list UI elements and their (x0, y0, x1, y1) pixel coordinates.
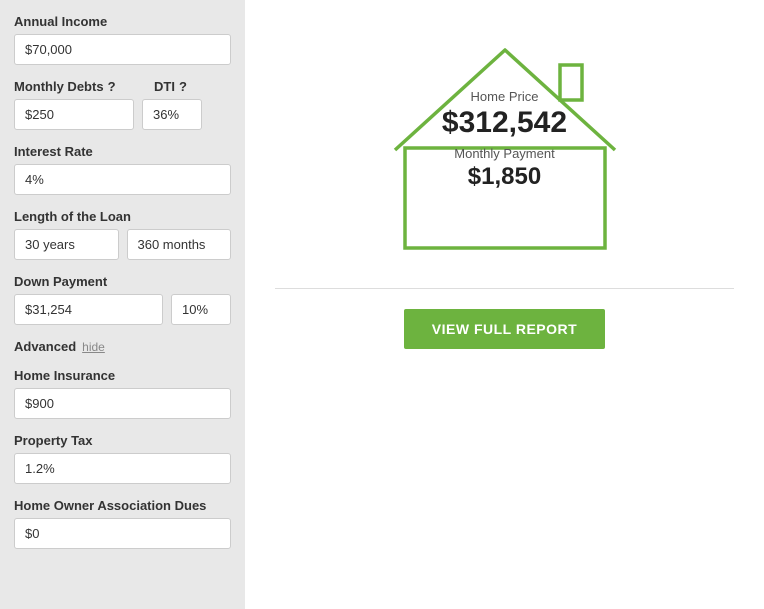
home-insurance-label: Home Insurance (14, 368, 231, 383)
loan-length-label-text: Length of the Loan (14, 209, 131, 224)
interest-rate-label: Interest Rate (14, 144, 231, 159)
down-payment-label-text: Down Payment (14, 274, 107, 289)
house-container: Home Price $312,542 Monthly Payment $1,8… (365, 20, 645, 260)
monthly-debts-input[interactable] (14, 99, 134, 130)
advanced-label: Advanced (14, 339, 76, 354)
hoa-label-text: Home Owner Association Dues (14, 498, 206, 513)
property-tax-input[interactable] (14, 453, 231, 484)
monthly-debts-help-icon[interactable]: ? (108, 79, 116, 94)
monthly-payment-label: Monthly Payment (442, 146, 567, 161)
loan-months-input[interactable] (127, 229, 232, 260)
dti-input[interactable] (142, 99, 202, 130)
loan-years-input[interactable] (14, 229, 119, 260)
home-price-label: Home Price (442, 89, 567, 104)
hoa-group: Home Owner Association Dues (14, 498, 231, 549)
property-tax-group: Property Tax (14, 433, 231, 484)
debts-dti-inputs-row (14, 99, 231, 130)
home-price-value: $312,542 (442, 106, 567, 140)
house-content: Home Price $312,542 Monthly Payment $1,8… (442, 89, 567, 191)
dti-help-icon[interactable]: ? (179, 79, 187, 94)
monthly-debts-group: Monthly Debts ? DTI ? (14, 79, 231, 130)
view-full-report-button[interactable]: VIEW FULL REPORT (404, 309, 605, 349)
interest-rate-label-text: Interest Rate (14, 144, 93, 159)
annual-income-label: Annual Income (14, 14, 231, 29)
loan-length-label: Length of the Loan (14, 209, 231, 224)
property-tax-label: Property Tax (14, 433, 231, 448)
down-payment-input[interactable] (14, 294, 163, 325)
loan-length-group: Length of the Loan (14, 209, 231, 260)
home-insurance-group: Home Insurance (14, 368, 231, 419)
loan-length-inputs-row (14, 229, 231, 260)
annual-income-group: Annual Income (14, 14, 231, 65)
hoa-label: Home Owner Association Dues (14, 498, 231, 513)
monthly-debts-label-text: Monthly Debts (14, 79, 104, 94)
interest-rate-group: Interest Rate (14, 144, 231, 195)
right-panel: Home Price $312,542 Monthly Payment $1,8… (245, 0, 764, 609)
monthly-debts-label: Monthly Debts ? (14, 79, 154, 94)
dti-label: DTI ? (154, 79, 187, 94)
down-payment-pct-input[interactable] (171, 294, 231, 325)
debts-dti-label-row: Monthly Debts ? DTI ? (14, 79, 231, 94)
divider (275, 288, 734, 289)
annual-income-label-text: Annual Income (14, 14, 107, 29)
hide-link[interactable]: hide (82, 340, 105, 354)
interest-rate-input[interactable] (14, 164, 231, 195)
monthly-payment-value: $1,850 (442, 163, 567, 191)
hoa-input[interactable] (14, 518, 231, 549)
left-panel: Annual Income Monthly Debts ? DTI ? Inte… (0, 0, 245, 609)
down-payment-label: Down Payment (14, 274, 231, 289)
annual-income-input[interactable] (14, 34, 231, 65)
dti-label-text: DTI (154, 79, 175, 94)
home-insurance-label-text: Home Insurance (14, 368, 115, 383)
home-insurance-input[interactable] (14, 388, 231, 419)
property-tax-label-text: Property Tax (14, 433, 93, 448)
down-payment-inputs-row (14, 294, 231, 325)
down-payment-group: Down Payment (14, 274, 231, 325)
advanced-row: Advanced hide (14, 339, 231, 354)
